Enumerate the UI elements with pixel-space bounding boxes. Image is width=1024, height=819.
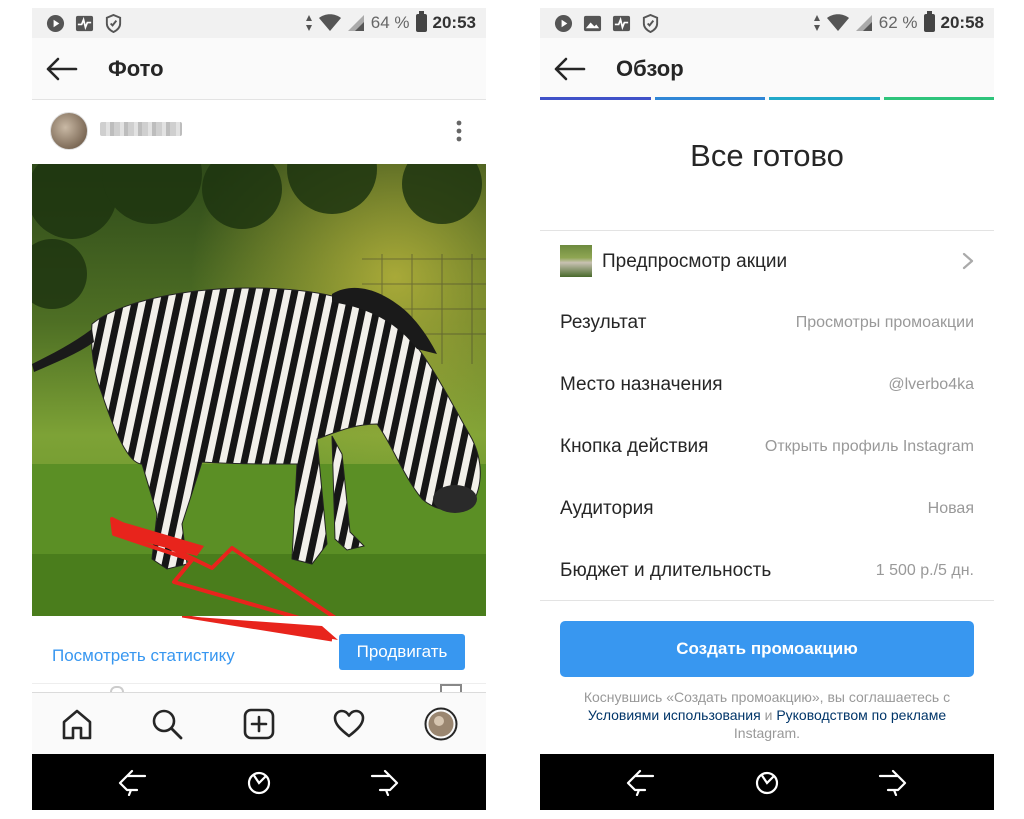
back-gesture-icon[interactable] [117,768,147,796]
detail-value: @lverbo4ka [888,376,974,393]
recent-apps-icon[interactable] [370,768,400,796]
progress-segment [769,97,880,100]
detail-value: Открыть профиль Instagram [764,438,974,455]
legal-text: Коснувшись «Создать промоакцию», вы согл… [583,689,951,705]
back-arrow-icon[interactable] [552,54,586,84]
bottom-tab-bar [32,692,486,754]
shield-icon [642,13,659,33]
system-nav-bar [540,754,994,810]
search-tab[interactable] [150,707,184,741]
status-bar: 64 % 20:53 [32,8,486,38]
profile-avatar [424,707,458,741]
home-icon [62,709,92,740]
page-title: Обзор [616,56,684,81]
clock-time: 20:53 [432,13,476,32]
progress-segment [883,97,994,100]
detail-row-action-button: Кнопка действия Открыть профиль Instagra… [560,432,974,462]
left-phone-screen: 64 % 20:53 Фото Посмотреть статистику Пр… [32,8,486,810]
battery-icon [415,11,427,32]
profile-tab[interactable] [424,707,458,741]
home-tab[interactable] [60,707,94,741]
app-bar: Обзор [540,38,994,100]
detail-key: Место назначения [560,374,723,395]
post-photo[interactable] [32,164,486,616]
signal-icon [855,15,872,31]
recent-apps-icon[interactable] [878,768,908,796]
data-arrows-icon [813,15,820,31]
battery-percent: 64 % [370,13,410,32]
shield-icon [105,13,122,33]
battery-icon [923,11,935,32]
play-icon [46,14,65,32]
detail-row-destination: Место назначения @lverbo4ka [560,370,974,400]
post-header [32,100,486,164]
back-gesture-icon[interactable] [625,768,655,796]
divider [540,600,994,601]
promote-button[interactable]: Продвигать [339,634,465,670]
heart-icon [333,709,365,738]
detail-value: 1 500 р./5 дн. [875,562,974,579]
app-bar: Фото [32,38,486,100]
home-gesture-icon[interactable] [244,768,274,796]
legal-text: и [764,707,773,723]
create-promotion-button[interactable]: Создать промоакцию [560,621,974,677]
ad-guidelines-link[interactable]: Руководством по рекламе [776,707,946,723]
status-bar: 62 % 20:58 [540,8,994,38]
activity-icon [75,15,94,31]
right-phone-screen: 62 % 20:58 Обзор Все готово Предпросмотр… [540,8,994,810]
progress-segment [540,97,651,100]
image-icon [583,15,602,31]
legal-text: Instagram. [733,725,801,741]
detail-value: Новая [927,500,974,517]
headline: Все готово [690,138,844,173]
page-title: Фото [108,56,164,81]
post-icons-row-partial [32,684,486,692]
divider [540,230,994,231]
detail-row-budget: Бюджет и длительность 1 500 р./5 дн. [560,556,974,586]
detail-row-audience: Аудитория Новая [560,494,974,524]
home-gesture-icon[interactable] [752,768,782,796]
preview-label: Предпросмотр акции [602,251,788,272]
add-post-icon [243,708,275,740]
view-statistics-link[interactable]: Посмотреть статистику [52,646,235,666]
step-progress-bar [540,97,994,100]
legal-notice: Коснувшись «Создать промоакцию», вы согл… [570,688,964,742]
clock-time: 20:58 [940,13,984,32]
post-actions-row: Посмотреть статистику Продвигать [32,616,486,684]
more-options-icon[interactable] [456,120,462,142]
detail-value: Просмотры промоакции [795,314,974,331]
system-nav-bar [32,754,486,810]
detail-row-result: Результат Просмотры промоакции [560,308,974,338]
add-post-tab[interactable] [242,707,276,741]
avatar[interactable] [50,112,88,150]
preview-thumbnail [560,245,592,277]
search-icon [152,709,183,740]
detail-key: Бюджет и длительность [560,560,772,581]
signal-icon [347,15,364,31]
chevron-right-icon [962,252,974,270]
detail-key: Результат [560,312,647,333]
battery-percent: 62 % [878,13,918,32]
wifi-icon [318,14,341,31]
promotion-preview-row[interactable]: Предпросмотр акции [560,244,974,278]
activity-tab[interactable] [332,707,366,741]
terms-of-use-link[interactable]: Условиями использования [588,707,761,723]
username-blurred[interactable] [100,122,182,136]
progress-segment [654,97,765,100]
detail-key: Кнопка действия [560,436,709,457]
data-arrows-icon [305,15,312,31]
back-arrow-icon[interactable] [44,54,78,84]
wifi-icon [826,14,849,31]
activity-icon [612,15,631,31]
play-icon [554,14,573,32]
detail-key: Аудитория [560,498,654,519]
